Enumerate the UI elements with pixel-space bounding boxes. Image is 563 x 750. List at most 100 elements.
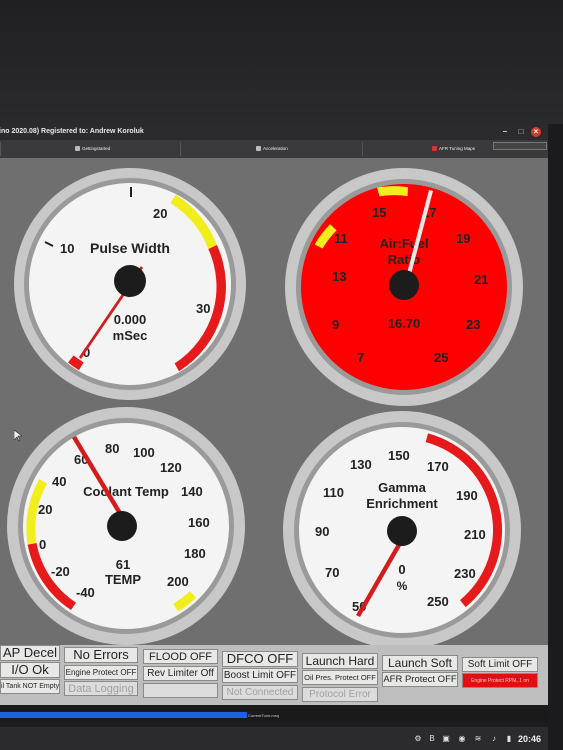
gauge-units: mSec	[113, 328, 148, 343]
indicator-engine-protect: Engine Protect OFF	[64, 665, 138, 680]
tick-label: 70	[325, 565, 339, 580]
bluetooth-icon[interactable]: B	[428, 735, 436, 743]
gauge-title-line1: Air:Fuel	[379, 236, 428, 251]
tick-label: 20	[38, 502, 52, 517]
tick-label: 11	[334, 231, 348, 246]
gauge-title: Pulse Width	[90, 240, 170, 256]
indicator-protocol-error: Protocol Error	[302, 687, 378, 702]
indicator-data-logging: Data Logging	[64, 681, 138, 696]
tick-label: 0	[39, 537, 46, 552]
tab-acceleration[interactable]: Acceleration	[256, 144, 288, 154]
battery-icon[interactable]: ▮	[505, 735, 513, 743]
indicator-launch-soft: Launch Soft	[382, 655, 458, 671]
tab-label: Acceleration	[263, 146, 288, 151]
tick-label: 15	[372, 205, 386, 220]
tab-icon	[256, 146, 261, 152]
wifi-icon[interactable]: ≋	[474, 735, 482, 743]
window-titlebar[interactable]: ino 2020.08) Registered to: Andrew Korol…	[0, 124, 548, 140]
gauge-hub	[387, 516, 417, 546]
mouse-cursor-icon	[14, 430, 22, 442]
indicator-rev-limiter: Rev Limiter Off	[143, 666, 218, 681]
tick-label: 25	[434, 350, 448, 365]
tick-label: -20	[51, 564, 70, 579]
tick-label: 140	[181, 484, 203, 499]
tick-label: 170	[427, 459, 449, 474]
indicator-io-ok: I/O Ok	[0, 662, 60, 678]
tick-label: 21	[474, 272, 488, 287]
tick-label: 40	[52, 474, 66, 489]
tab-search-field[interactable]	[493, 142, 547, 150]
tab-separator	[362, 142, 363, 156]
tick-label: 210	[464, 527, 486, 542]
tick-label: 230	[454, 566, 476, 581]
gauge-hub	[389, 270, 419, 300]
indicator-soft-limit: Soft Limit OFF	[462, 657, 538, 672]
maximize-icon[interactable]: □	[516, 127, 526, 137]
tab-gettingstarted[interactable]: Gettingstarted	[75, 144, 110, 154]
indicator-engine-protect-rpm: Engine Protect RPM, 1 on	[462, 673, 538, 688]
indicator-dfco: DFCO OFF	[222, 651, 298, 667]
gauge-title: Coolant Temp	[83, 484, 169, 499]
gamma-enrichment-gauge: 50 70 90 110 130 150 170 190 210 230 250…	[283, 411, 521, 649]
tick-label: 200	[167, 574, 189, 589]
status-file-label: CurrentTune.msq	[248, 713, 279, 718]
gauge-value: 0	[398, 562, 405, 577]
tab-icon	[432, 146, 437, 152]
tab-afr-tuning-maps[interactable]: AFR Tuning Maps	[432, 144, 475, 154]
gauge-value: 0.000	[114, 312, 147, 327]
shield-icon[interactable]: ◉	[458, 735, 466, 743]
tick-label: 10	[60, 241, 74, 256]
pulse-width-gauge: 10 20 30 0 Pulse Width 0.000 mSec	[14, 168, 246, 400]
close-icon[interactable]: ×	[531, 127, 541, 137]
tick-label: 7	[357, 350, 364, 365]
tick-label: 160	[188, 515, 210, 530]
indicator-no-errors: No Errors	[64, 647, 138, 663]
tick-label: 190	[456, 488, 478, 503]
tab-label: Gettingstarted	[82, 146, 111, 151]
tick-label: 9	[332, 317, 339, 332]
tick-label: 100	[133, 445, 155, 460]
tick-label: 110	[323, 485, 344, 500]
tick-label: 20	[153, 206, 167, 221]
coolant-temp-gauge: -20 -40 0 20 40 60 80 100 120 140 160 18…	[7, 407, 245, 645]
gauge-yellow-zone	[377, 186, 408, 197]
tick-label: 120	[160, 460, 182, 475]
tick-label: 23	[466, 317, 480, 332]
tick-label: -40	[76, 585, 95, 600]
indicator-not-connected: Not Connected	[222, 685, 298, 700]
gauge-title-line2: Enrichment	[366, 496, 438, 511]
indicator-flood: FLOOD OFF	[143, 649, 218, 664]
afr-gauge: 13 9 7 11 15 17 19 21 23 25 Air:Fuel Rat…	[285, 168, 523, 406]
indicator-oil-pres-protect: Oil Pres. Protect OFF	[302, 670, 378, 685]
gauge-title-line1: Gamma	[378, 480, 426, 495]
gauge-units: %	[397, 579, 408, 593]
minimize-icon[interactable]: –	[500, 127, 510, 137]
tick-label: 90	[315, 524, 329, 539]
tick-label: 80	[105, 441, 119, 456]
tab-label: AFR Tuning Maps	[439, 146, 476, 151]
tick-label: 13	[332, 269, 346, 284]
tab-icon	[75, 146, 80, 152]
gauge-units: TEMP	[105, 572, 141, 587]
gauge-value: 16.70	[388, 316, 421, 331]
indicator-ap-decel: AP Decel	[0, 645, 60, 661]
indicator-launch-hard: Launch Hard	[302, 653, 378, 669]
tick-label: 250	[427, 594, 449, 609]
screen-edge	[548, 124, 563, 750]
tick-label: 150	[388, 448, 410, 463]
tab-strip: Gettingstarted Acceleration AFR Tuning M…	[0, 140, 548, 159]
gauge-hub	[107, 511, 137, 541]
indicator-tank: il Tank NOT Empty	[0, 679, 60, 694]
usb-icon[interactable]: ▣	[442, 735, 450, 743]
settings-icon[interactable]: ⚙	[414, 735, 422, 743]
tab-separator	[0, 142, 1, 156]
window-title: ino 2020.08) Registered to: Andrew Korol…	[0, 128, 144, 135]
indicator-boost-limit: Boost Limit OFF	[222, 668, 298, 683]
tick-label: 180	[184, 546, 206, 561]
gauge-value: 61	[116, 557, 130, 572]
gauge-hub	[114, 265, 146, 297]
taskbar-clock[interactable]: 20:46	[518, 734, 541, 744]
indicator-afr-protect: AFR Protect OFF	[382, 672, 458, 687]
volume-icon[interactable]: ♪	[490, 735, 498, 743]
tab-separator	[180, 142, 181, 156]
